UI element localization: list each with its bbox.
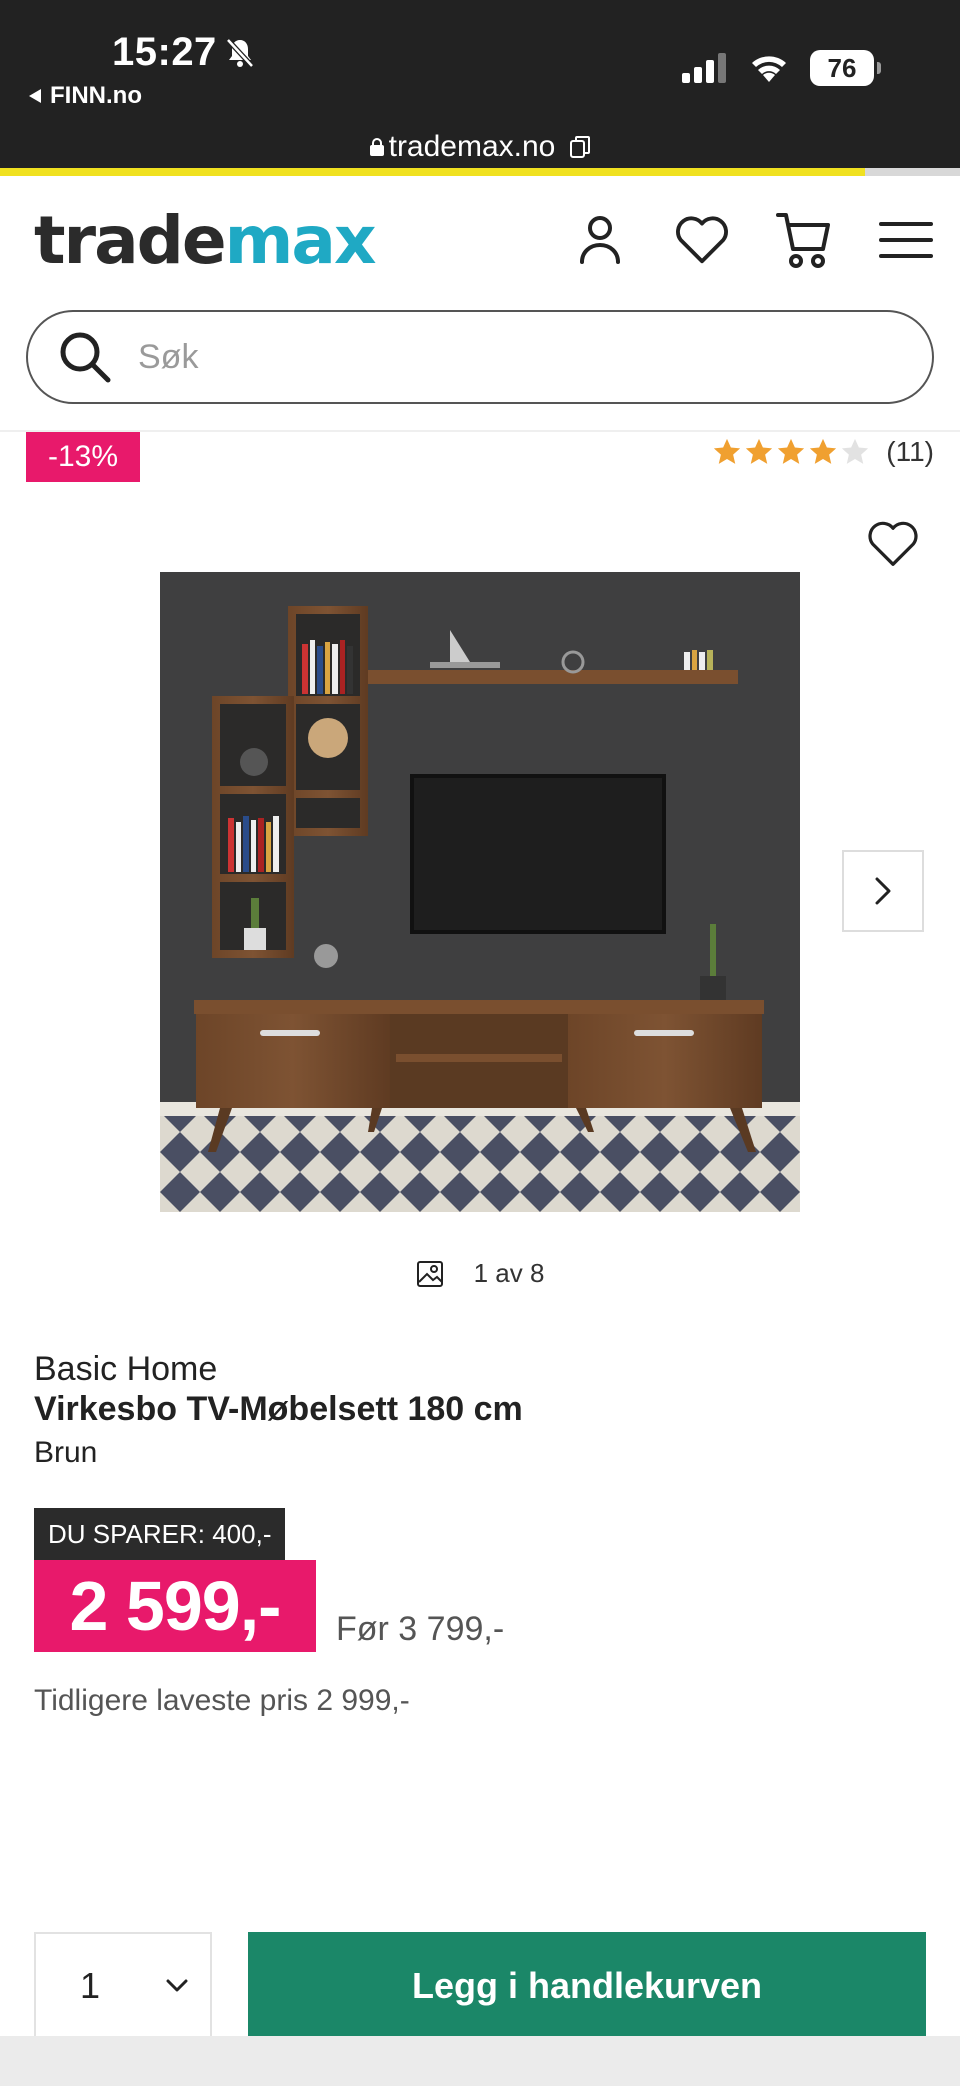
trademax-logo[interactable]: trademax xyxy=(34,202,377,279)
discount-badge: -13% xyxy=(26,432,140,482)
search-icon xyxy=(60,332,111,383)
discount-text: -13% xyxy=(47,440,119,473)
chevron-right-icon xyxy=(875,877,891,905)
header-divider xyxy=(0,430,960,432)
status-bar: 15:27 FINN.no 76 trademax.no xyxy=(0,0,960,176)
header-icons xyxy=(572,212,934,268)
image-counter: 1 av 8 xyxy=(0,1258,960,1289)
saving-text: DU SPARER: 400,- xyxy=(48,1518,272,1549)
product-title: Virkesbo TV-Møbelsett 180 cm xyxy=(34,1390,523,1428)
search-bar[interactable] xyxy=(26,310,934,404)
logo-part-1: trade xyxy=(34,202,227,279)
add-to-cart-label: Legg i handlekurven xyxy=(411,1965,763,2006)
product-wishlist-button[interactable] xyxy=(866,520,920,573)
before-price: Før 3 799,- xyxy=(336,1610,505,1648)
heart-icon xyxy=(868,521,918,566)
rating-count: (11) xyxy=(886,436,934,467)
time-text: 15:27 xyxy=(112,30,217,74)
site-header: trademax xyxy=(0,176,960,294)
page-load-progress xyxy=(0,168,960,176)
url-bar[interactable]: trademax.no xyxy=(0,130,960,164)
cellular-signal-icon xyxy=(682,53,726,83)
status-indicators: 76 xyxy=(682,50,881,86)
logo-part-2: max xyxy=(224,202,377,279)
star-empty-icon xyxy=(842,438,869,464)
back-app-label: FINN.no xyxy=(50,82,142,109)
battery-level: 76 xyxy=(827,52,857,83)
url-text: trademax.no xyxy=(388,130,556,163)
menu-icon xyxy=(879,222,933,258)
product-brand[interactable]: Basic Home xyxy=(34,1350,217,1389)
heart-icon xyxy=(676,216,728,264)
status-time: 15:27 xyxy=(112,30,255,75)
quantity-value: 1 xyxy=(80,1965,101,2006)
search-input[interactable] xyxy=(138,337,838,377)
product-image[interactable] xyxy=(160,572,800,1212)
browser-bottom-bar xyxy=(0,2036,960,2086)
price-text: 2 599,- xyxy=(69,1567,282,1645)
add-to-cart-button[interactable]: Legg i handlekurven xyxy=(248,1932,926,2040)
back-to-app[interactable]: FINN.no xyxy=(28,82,142,110)
image-icon xyxy=(416,1260,443,1287)
cart-icon xyxy=(776,213,830,268)
saving-badge: DU SPARER: 400,- xyxy=(34,1508,286,1560)
lowest-previous-price: Tidligere laveste pris 2 999,- xyxy=(34,1684,410,1717)
star-filled-icon xyxy=(714,438,741,464)
product-price: 2 599,- xyxy=(34,1560,316,1652)
star-filled-icon xyxy=(746,438,773,464)
user-icon xyxy=(580,216,620,264)
product-variant: Brun xyxy=(34,1436,98,1469)
copy-icon xyxy=(570,136,591,158)
star-filled-icon xyxy=(810,438,837,464)
image-counter-text: 1 av 8 xyxy=(473,1258,545,1288)
wifi-icon xyxy=(752,56,786,82)
rating-stars xyxy=(712,437,870,467)
quantity-select[interactable]: 1 xyxy=(34,1932,212,2040)
bell-muted-icon xyxy=(225,37,254,68)
image-next-button[interactable] xyxy=(842,850,924,932)
chevron-down-icon xyxy=(166,1979,188,1992)
product-rating[interactable]: (11) xyxy=(712,436,934,468)
star-filled-icon xyxy=(778,438,805,464)
back-triangle-icon xyxy=(29,89,41,103)
menu-button[interactable] xyxy=(878,212,934,268)
wishlist-button[interactable] xyxy=(674,212,730,268)
cart-button[interactable] xyxy=(776,212,832,268)
battery-indicator: 76 xyxy=(810,50,881,86)
tv-furniture-photo xyxy=(160,572,800,1212)
account-button[interactable] xyxy=(572,212,628,268)
lock-icon xyxy=(369,138,384,156)
